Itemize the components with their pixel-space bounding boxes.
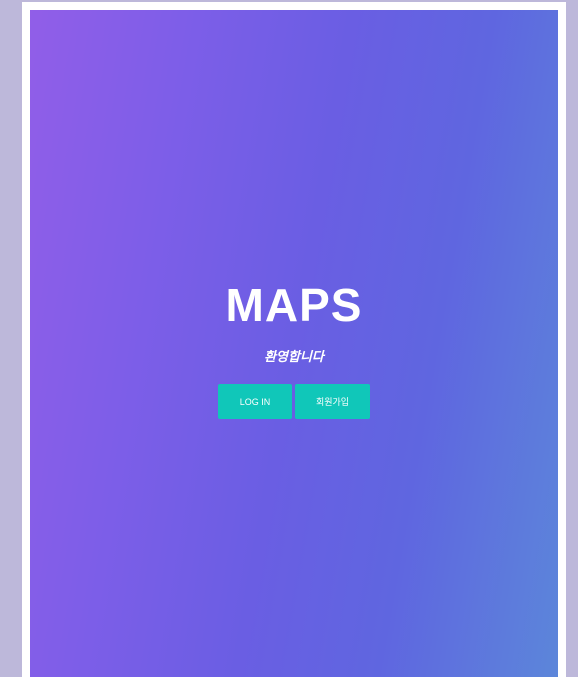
hero-content: MAPS 환영합니다 LOG IN 회원가입 — [30, 278, 558, 419]
auth-button-group: LOG IN 회원가입 — [30, 384, 558, 419]
signup-button[interactable]: 회원가입 — [295, 384, 370, 419]
welcome-text: 환영합니다 — [264, 349, 324, 364]
app-title: MAPS — [225, 279, 363, 331]
login-button[interactable]: LOG IN — [218, 384, 292, 419]
app-frame: MAPS 환영합니다 LOG IN 회원가입 — [22, 2, 566, 677]
hero-section: MAPS 환영합니다 LOG IN 회원가입 — [30, 10, 558, 677]
